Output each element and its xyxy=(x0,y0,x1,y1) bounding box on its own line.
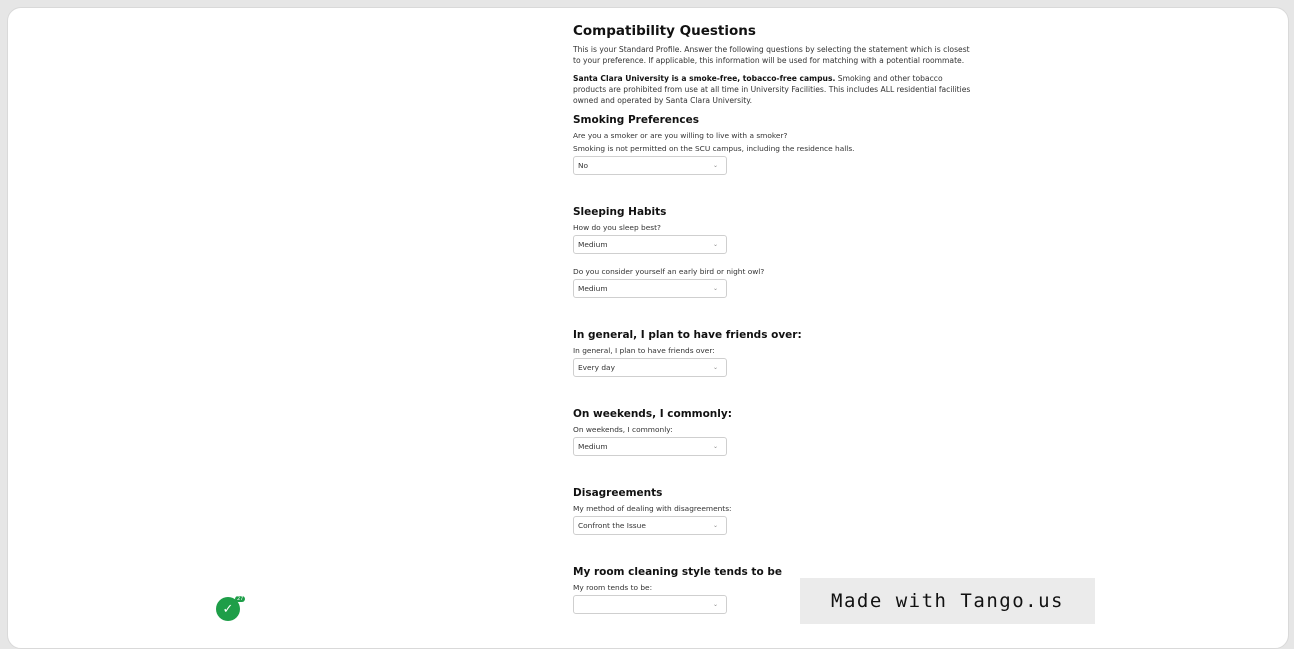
friends-select[interactable]: Every day ⌄ xyxy=(573,358,727,377)
disagreements-select[interactable]: Confront the Issue ⌄ xyxy=(573,516,727,535)
section-weekends: On weekends, I commonly: On weekends, I … xyxy=(573,407,973,456)
early-bird-select[interactable]: Medium ⌄ xyxy=(573,279,727,298)
friends-question: In general, I plan to have friends over: xyxy=(573,346,715,355)
section-disagreements: Disagreements My method of dealing with … xyxy=(573,486,973,535)
cleaning-title: My room cleaning style tends to be xyxy=(573,566,782,578)
tango-watermark: Made with Tango.us xyxy=(800,578,1095,624)
chevron-down-icon: ⌄ xyxy=(712,240,718,248)
friends-title: In general, I plan to have friends over: xyxy=(573,329,802,341)
chevron-down-icon: ⌄ xyxy=(712,284,718,292)
weekends-select[interactable]: Medium ⌄ xyxy=(573,437,727,456)
smoking-select[interactable]: No ⌄ xyxy=(573,156,727,175)
sleeping-question-2: Do you consider yourself an early bird o… xyxy=(573,267,765,276)
sleep-best-select[interactable]: Medium ⌄ xyxy=(573,235,727,254)
smoking-question-1: Are you a smoker or are you willing to l… xyxy=(573,131,788,140)
weekends-select-value: Medium xyxy=(578,442,608,451)
smoking-question-2: Smoking is not permitted on the SCU camp… xyxy=(573,144,855,153)
smoking-title: Smoking Preferences xyxy=(573,114,699,126)
section-smoking: Smoking Preferences Are you a smoker or … xyxy=(573,113,973,175)
section-sleeping: Sleeping Habits How do you sleep best? M… xyxy=(573,205,973,298)
smoke-free-notice: Santa Clara University is a smoke-free, … xyxy=(573,73,973,106)
weekends-question: On weekends, I commonly: xyxy=(573,425,673,434)
disagreements-select-value: Confront the Issue xyxy=(578,521,646,530)
smoking-select-value: No xyxy=(578,161,589,170)
disagreements-question: My method of dealing with disagreements: xyxy=(573,504,732,513)
weekends-title: On weekends, I commonly: xyxy=(573,408,732,420)
app-window: Compatibility Questions This is your Sta… xyxy=(7,7,1289,649)
smoke-free-notice-bold: Santa Clara University is a smoke-free, … xyxy=(573,74,836,83)
notification-count: 27 xyxy=(235,596,246,602)
sleep-best-select-value: Medium xyxy=(578,240,608,249)
page-title: Compatibility Questions xyxy=(573,23,756,39)
compatibility-form: Compatibility Questions This is your Sta… xyxy=(573,22,973,614)
friends-select-value: Every day xyxy=(578,363,615,372)
chevron-down-icon: ⌄ xyxy=(712,442,718,450)
sleeping-title: Sleeping Habits xyxy=(573,206,667,218)
disagreements-title: Disagreements xyxy=(573,487,663,499)
chevron-down-icon: ⌄ xyxy=(712,363,718,371)
early-bird-select-value: Medium xyxy=(578,284,608,293)
section-friends: In general, I plan to have friends over:… xyxy=(573,328,973,377)
sleeping-question-1: How do you sleep best? xyxy=(573,223,661,232)
cleaning-select[interactable]: ⌄ xyxy=(573,595,727,614)
chevron-down-icon: ⌄ xyxy=(712,600,718,608)
chevron-down-icon: ⌄ xyxy=(712,161,718,169)
intro-text: This is your Standard Profile. Answer th… xyxy=(573,45,970,65)
chevron-down-icon: ⌄ xyxy=(712,521,718,529)
